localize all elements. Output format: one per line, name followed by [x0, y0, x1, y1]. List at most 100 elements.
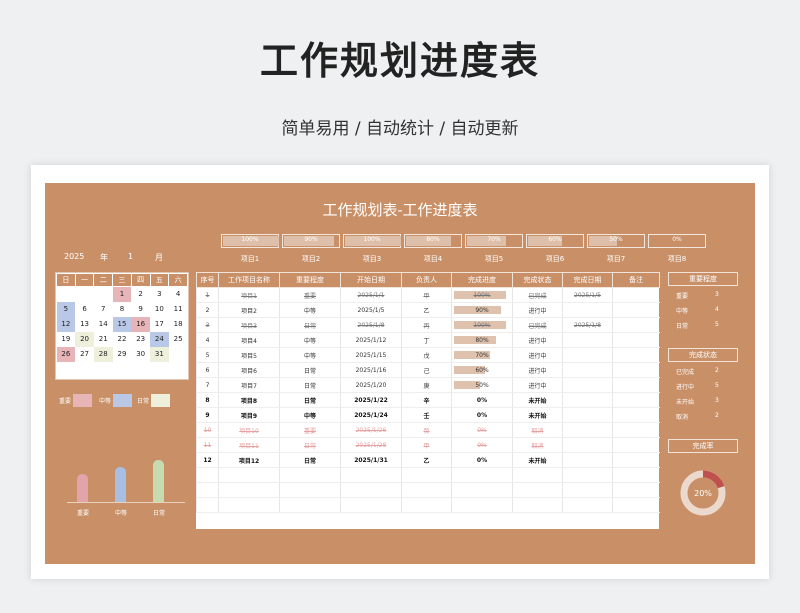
table-header: 重要程度 — [279, 272, 341, 288]
progress-percent: 100% — [363, 236, 381, 243]
calendar-day[interactable]: 10 — [150, 302, 169, 317]
calendar-year: 2025 — [64, 252, 85, 261]
calendar-day[interactable]: 27 — [75, 347, 94, 362]
banner-subtitle: 简单易用 / 自动统计 / 自动更新 — [281, 119, 519, 139]
progress-cell-value: 0% — [477, 441, 487, 449]
table-row[interactable]: 4 项目4 中等 2025/1/12 丁 80% 进行中 — [196, 332, 660, 348]
calendar-day[interactable]: 26 — [56, 346, 76, 362]
calendar-day[interactable]: 1 — [112, 286, 132, 302]
chart-x-label: 日常 — [152, 510, 165, 517]
calendar-day[interactable]: 31 — [150, 346, 169, 362]
cell-status: 进行中 — [512, 302, 563, 318]
cell-start: 2025/1/8 — [340, 317, 402, 333]
calendar-day[interactable] — [75, 287, 94, 302]
calendar-day[interactable]: 9 — [131, 302, 150, 317]
calendar-day[interactable]: 3 — [150, 287, 169, 302]
calendar-day[interactable]: 6 — [75, 302, 94, 317]
calendar-day[interactable]: 30 — [131, 347, 150, 362]
calendar-day[interactable]: 28 — [93, 346, 113, 362]
chart-bar — [115, 466, 126, 502]
table-row[interactable]: 10 项目10 重要 2025/1/26 癸 0% 取消 — [196, 422, 660, 438]
empty-cell — [562, 467, 613, 483]
calendar-day[interactable]: 5 — [56, 301, 76, 317]
cell-owner: 戊 — [401, 347, 452, 363]
cell-level: 日常 — [279, 362, 341, 378]
chart-x-label: 重要 — [76, 510, 89, 517]
calendar-day[interactable]: 13 — [75, 317, 94, 332]
calendar-day[interactable]: 15 — [112, 316, 132, 332]
calendar-day[interactable]: 12 — [56, 316, 76, 332]
calendar-day[interactable]: 16 — [131, 316, 151, 332]
cell-owner: 己 — [401, 362, 452, 378]
calendar-day[interactable]: 4 — [169, 287, 188, 302]
cell-owner: 壬 — [401, 407, 452, 423]
cell-note — [612, 287, 660, 303]
cell-level: 重要 — [279, 422, 341, 438]
legend-important: 重要 — [59, 398, 72, 405]
calendar-day[interactable]: 19 — [57, 332, 76, 347]
calendar-day[interactable]: 11 — [169, 302, 188, 317]
table-row[interactable]: 11 项目11 日常 2025/1/28 甲 0% 取消 — [196, 437, 660, 453]
table-row[interactable]: 9 项目9 中等 2025/1/24 壬 0% 未开始 — [196, 407, 660, 423]
cell-name: 项目8 — [218, 392, 280, 408]
calendar-week: 1234 — [57, 286, 188, 302]
cell-owner: 甲 — [401, 287, 452, 303]
calendar-day[interactable]: 8 — [113, 302, 132, 317]
calendar-day[interactable]: 29 — [113, 347, 132, 362]
cell-done — [562, 377, 613, 393]
cell-done: 2025/1/8 — [562, 317, 613, 333]
table-row[interactable]: 6 项目6 日常 2025/1/16 己 60% 进行中 — [196, 362, 660, 378]
table-header: 完成状态 — [512, 272, 563, 288]
calendar-day[interactable]: 7 — [94, 302, 113, 317]
empty-cell — [218, 482, 280, 498]
project-progress-bar: 90% — [282, 234, 340, 248]
calendar-day[interactable]: 25 — [169, 332, 188, 347]
table-header: 工作项目名称 — [218, 272, 280, 288]
calendar-day[interactable]: 21 — [94, 332, 113, 347]
calendar-day[interactable]: 2 — [131, 287, 150, 302]
calendar-day[interactable]: 14 — [94, 317, 113, 332]
calendar-day[interactable]: 17 — [150, 317, 169, 332]
cell-status: 未开始 — [512, 392, 563, 408]
progress-cell-value: 100% — [473, 291, 491, 299]
cell-name: 项目3 — [218, 317, 280, 333]
cell-owner: 庚 — [401, 377, 452, 393]
cell-name: 项目7 — [218, 377, 280, 393]
cell-status: 取消 — [512, 437, 563, 453]
cell-start: 2025/1/22 — [340, 392, 402, 408]
sheet-title: 工作规划表-工作进度表 — [322, 201, 478, 219]
project-progress-bar: 70% — [465, 234, 523, 248]
calendar-day[interactable]: 20 — [75, 331, 94, 347]
cell-start: 2025/1/5 — [340, 302, 402, 318]
table-row[interactable]: 1 项目1 重要 2025/1/1 甲 100% 已完成 2025/1/5 — [196, 287, 660, 303]
progress-cell-value: 60% — [475, 366, 489, 374]
empty-cell — [562, 497, 613, 513]
spreadsheet: 工作规划表-工作进度表 100% 项目1 90% 项目2 100% 项目3 80% 项目4 70… — [45, 183, 755, 564]
weekday-header: 五 — [149, 273, 170, 287]
calendar-day[interactable]: 18 — [169, 317, 188, 332]
cell-start: 2025/1/31 — [340, 452, 402, 468]
cell-level: 日常 — [279, 392, 341, 408]
calendar-week: 19 20 21 22 23 24 25 — [57, 331, 188, 347]
table-row[interactable]: 7 项目7 日常 2025/1/20 庚 50% 进行中 — [196, 377, 660, 393]
empty-cell — [196, 467, 219, 483]
table-row[interactable]: 5 项目5 中等 2025/1/15 戊 70% 进行中 — [196, 347, 660, 363]
table-row[interactable]: 2 项目2 中等 2025/1/5 乙 90% 进行中 — [196, 302, 660, 318]
banner-title: 工作规划进度表 — [259, 39, 540, 83]
calendar-day[interactable] — [169, 347, 188, 362]
calendar-day[interactable] — [57, 287, 76, 302]
cell-status: 进行中 — [512, 377, 563, 393]
project-label: 项目2 — [301, 255, 321, 263]
calendar-day[interactable] — [94, 287, 113, 302]
cell-no: 6 — [196, 362, 219, 378]
calendar-day[interactable]: 22 — [113, 332, 132, 347]
task-table: 序号 工作项目名称 重要程度 开始日期 负责人 完成进度 完成状态 完成日期 备注 1 项目1 重要 2… — [196, 272, 660, 529]
empty-cell — [512, 482, 563, 498]
table-row[interactable]: 3 项目3 日常 2025/1/8 丙 100% 已完成 2025/1/8 — [196, 317, 660, 333]
cell-progress: 100% — [451, 317, 513, 333]
table-row[interactable]: 8 项目8 日常 2025/1/22 辛 0% 未开始 — [196, 392, 660, 408]
table-row[interactable]: 12 项目12 日常 2025/1/31 乙 0% 未开始 — [196, 452, 660, 468]
calendar-day[interactable]: 24 — [150, 331, 169, 347]
cell-owner: 乙 — [401, 452, 452, 468]
calendar-day[interactable]: 23 — [131, 332, 150, 347]
